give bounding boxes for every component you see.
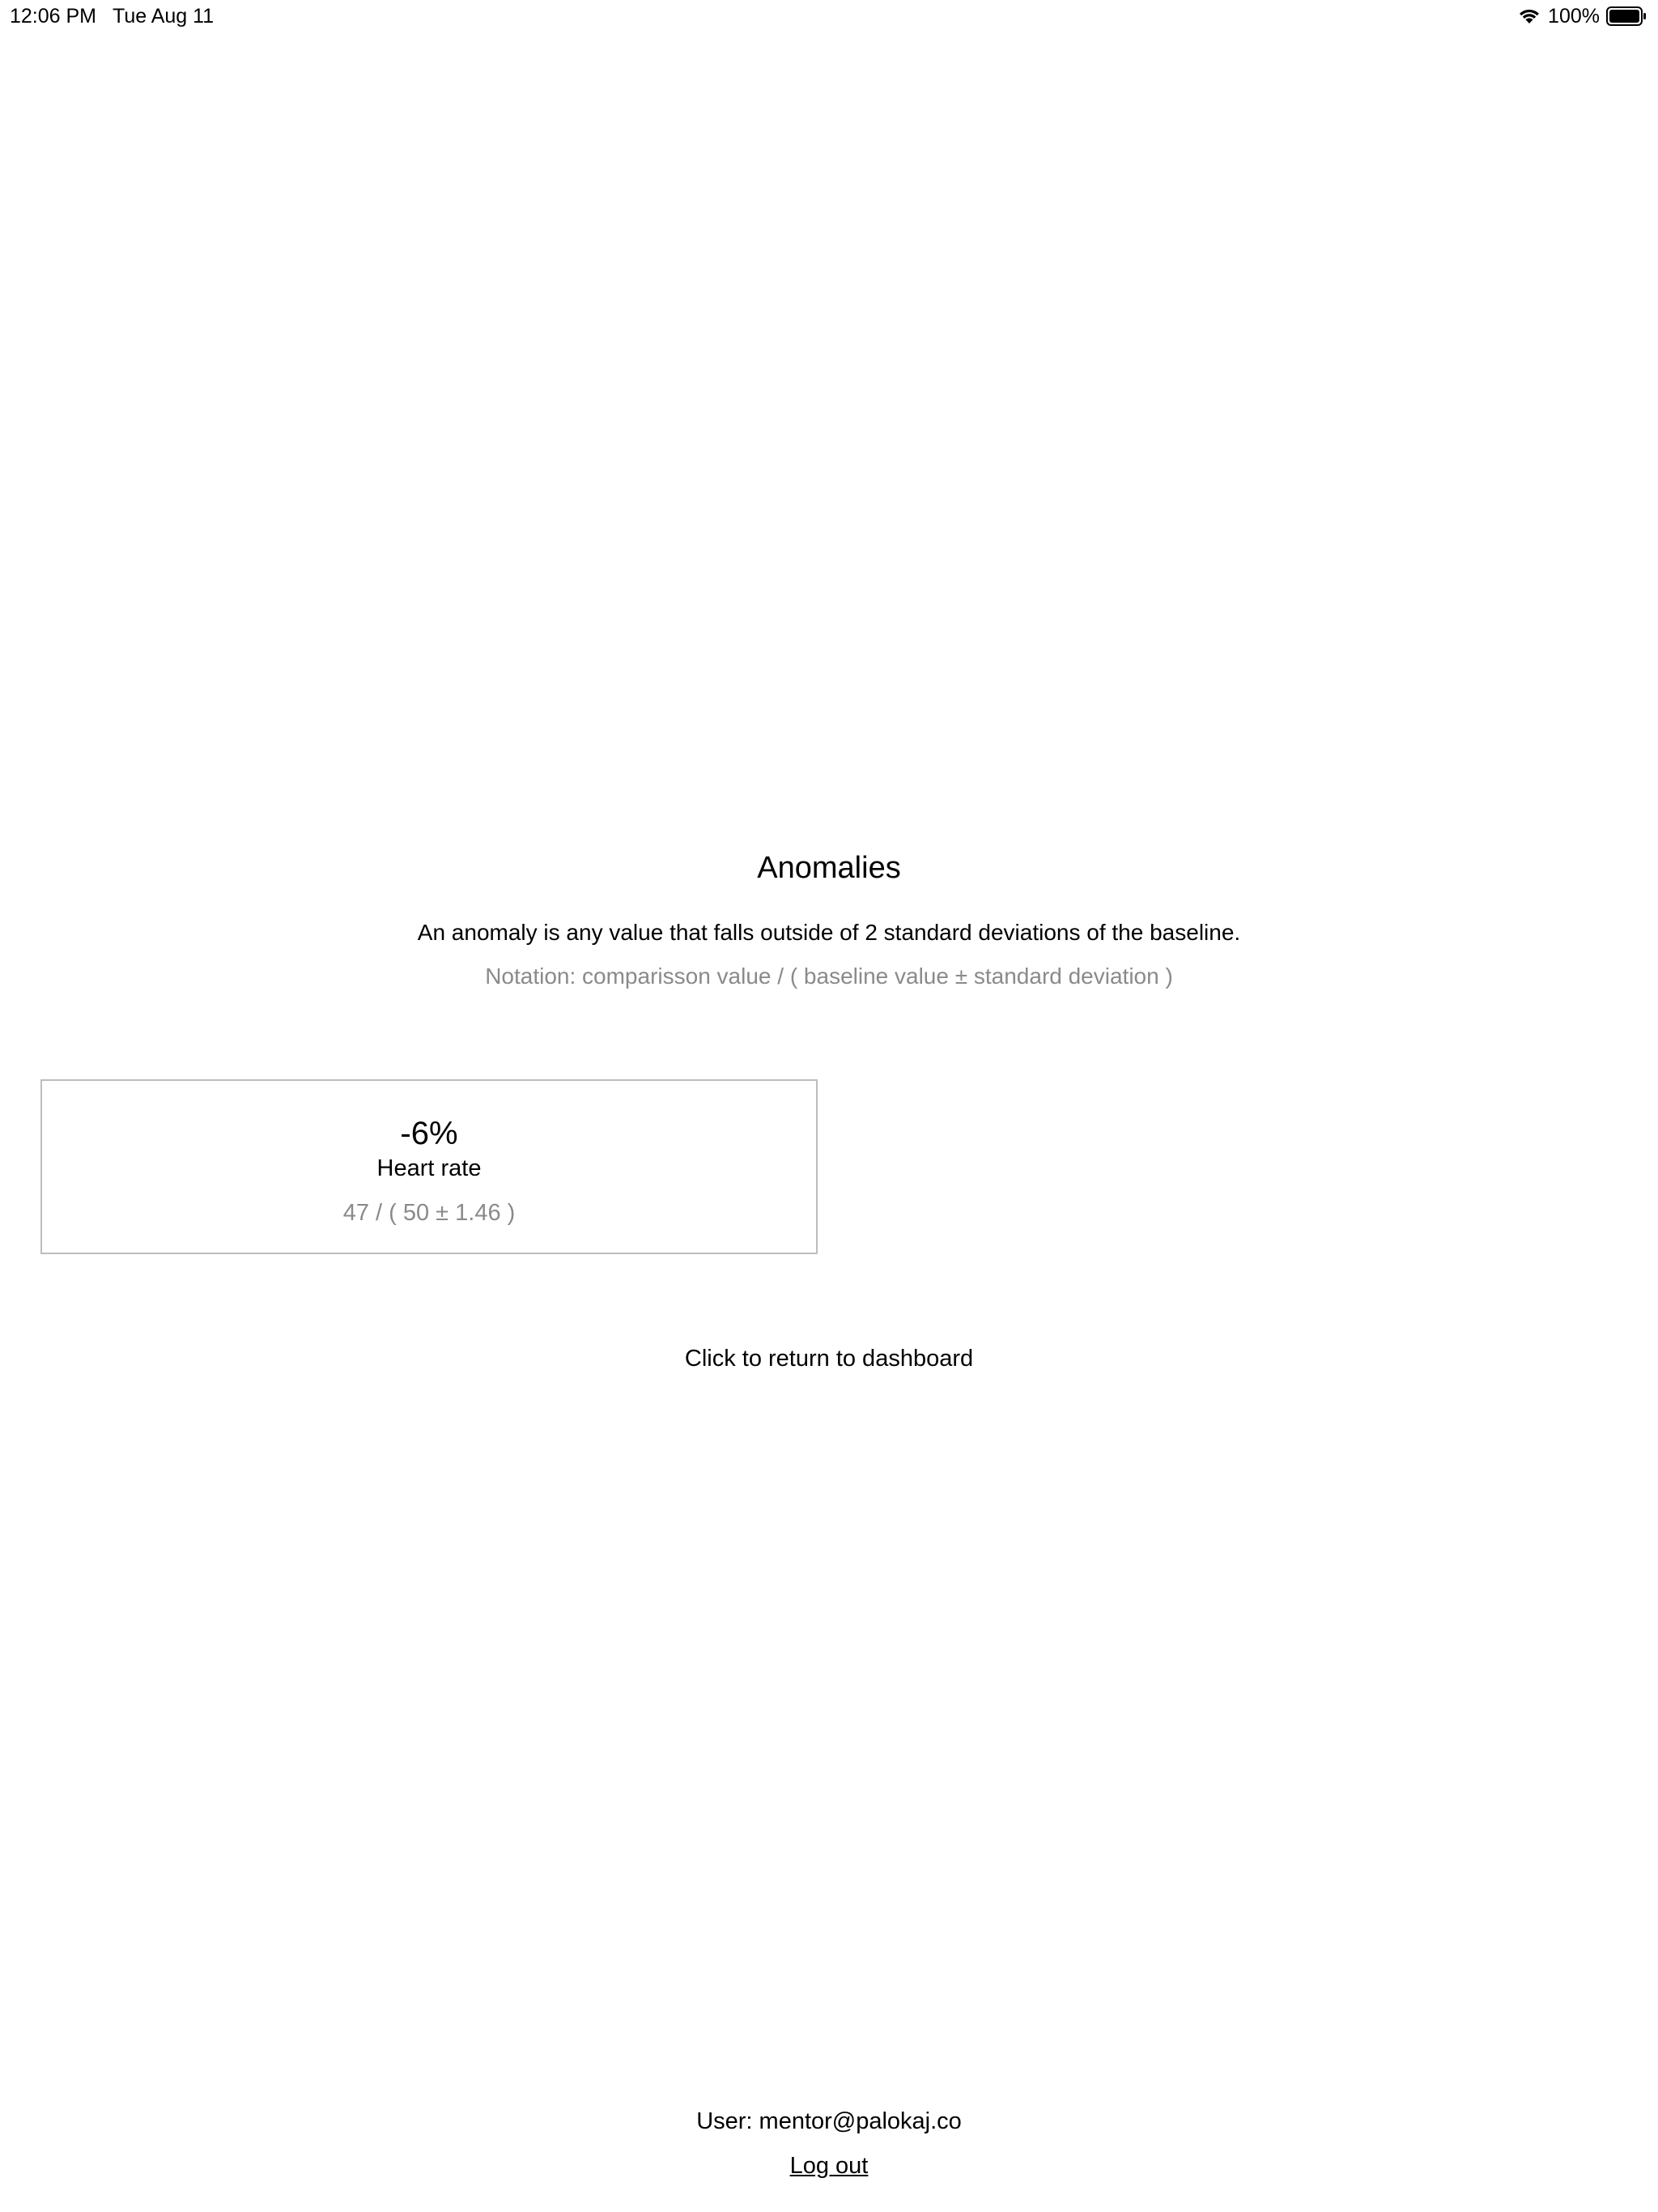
battery-icon: [1606, 6, 1646, 26]
anomaly-values: 47 / ( 50 ± 1.46 ): [342, 1200, 516, 1226]
return-to-dashboard-link[interactable]: Click to return to dashboard: [0, 1342, 1658, 1375]
anomaly-label: Heart rate: [376, 1155, 482, 1181]
page-title: Anomalies: [757, 851, 901, 885]
anomaly-percent: -6%: [400, 1116, 458, 1151]
anomaly-description: An anomaly is any value that falls outsi…: [417, 920, 1241, 945]
wifi-icon: [1520, 9, 1540, 23]
status-date: Tue Aug 11: [113, 5, 215, 28]
status-right: 100%: [1517, 0, 1647, 32]
status-time: 12:06 PM: [10, 5, 97, 28]
status-bar: 12:06 PM Tue Aug 11 100%: [0, 0, 1658, 32]
anomaly-card-heart-rate[interactable]: -6% Heart rate 47 / ( 50 ± 1.46 ): [40, 1079, 818, 1254]
logout-link[interactable]: Log out: [790, 2153, 869, 2179]
notation-text: Notation: comparisson value / ( baseline…: [485, 963, 1173, 989]
logout-container: Log out: [0, 2150, 1658, 2182]
user-email: User: mentor@palokaj.co: [696, 2108, 962, 2134]
status-left: 12:06 PM Tue Aug 11: [10, 0, 214, 32]
battery-percent: 100%: [1548, 5, 1600, 28]
